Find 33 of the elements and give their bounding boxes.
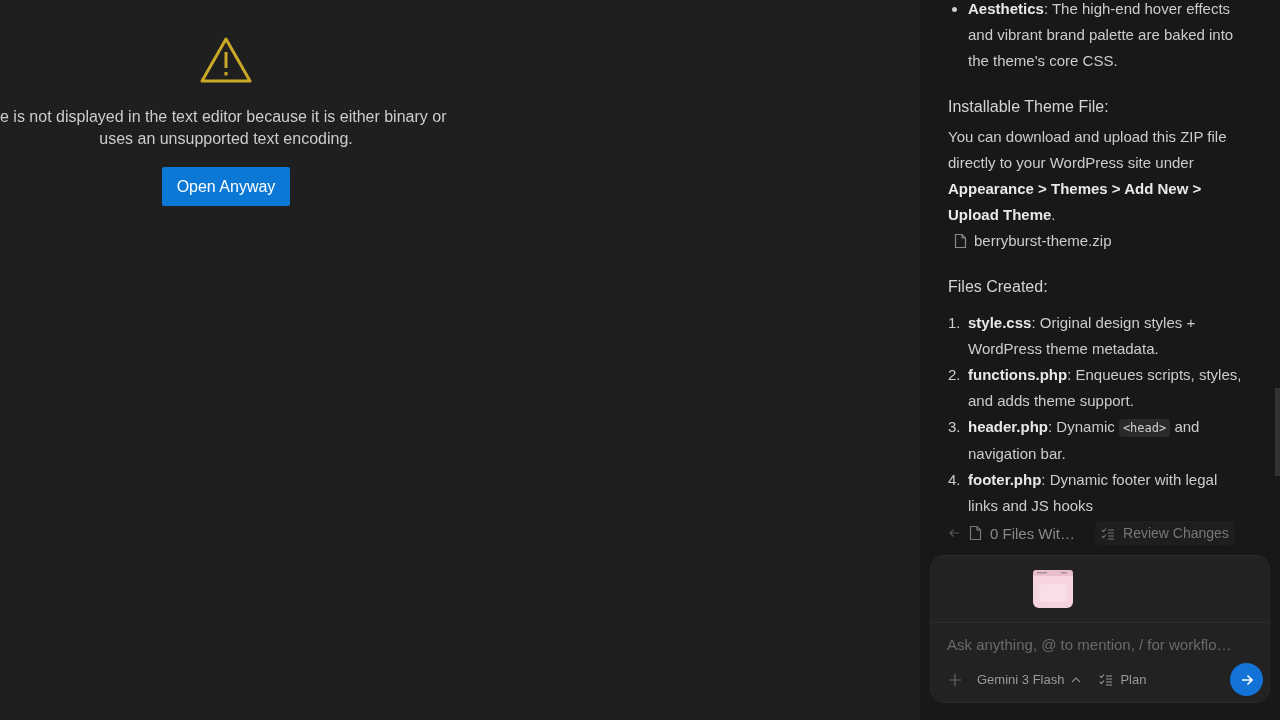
scrollbar[interactable] [1275, 388, 1280, 476]
paragraph: You can download and upload this ZIP file directly to your WordPress site under Appearance > Themes > Add New > Upload Theme. [948, 127, 1228, 225]
checklist-icon [1099, 673, 1114, 686]
send-button[interactable] [1230, 663, 1263, 696]
open-anyway-button[interactable]: Open Anyway [161, 167, 291, 206]
checklist-icon [1101, 526, 1115, 540]
files-changed-label[interactable]: 0 Files Wit… [990, 524, 1075, 542]
warning-icon [200, 36, 252, 84]
message-input[interactable]: Ask anything, @ to mention, / for workflo… [945, 631, 1257, 657]
message-text: uses an unsupported text encoding. [99, 129, 353, 149]
file-icon [969, 525, 982, 541]
list-item-text: header.php: Dynamic <head> and navigation bar. [968, 417, 1201, 464]
list-item-text: style.css: Original design styles + WordPress theme metadata. [968, 313, 1197, 359]
section-heading: Files Created: [948, 277, 1049, 297]
back-arrow-icon[interactable] [948, 527, 961, 539]
arrow-icon [1239, 672, 1254, 687]
list-item-text: footer.php: Dynamic footer with legal links and JS hooks [968, 470, 1219, 516]
bullet-icon [952, 7, 957, 12]
file-icon [954, 233, 967, 249]
list-item-text: functions.php: Enqueues scripts, styles, and adds theme support. [968, 365, 1243, 411]
review-changes-button[interactable]: Review Changes [1095, 521, 1235, 545]
plan-button[interactable]: Plan [1097, 670, 1149, 689]
file-link[interactable]: berryburst-theme.zip [974, 228, 1112, 254]
list-number: 3. [948, 417, 962, 437]
list-number: 1. [948, 313, 962, 333]
list-item-text: Aesthetics: The high-end hover effects and vibrant brand palette are baked into the theme's core CSS. [968, 0, 1235, 71]
section-heading: Installable Theme File: [948, 97, 1110, 117]
caret-icon [1071, 675, 1082, 684]
add-icon[interactable] [949, 673, 961, 686]
model-selector[interactable]: Gemini 3 Flash [975, 670, 1084, 689]
list-number: 4. [948, 470, 962, 490]
list-number: 2. [948, 365, 962, 385]
message-text: e is not displayed in the text editor because it is either binary or [0, 107, 447, 127]
